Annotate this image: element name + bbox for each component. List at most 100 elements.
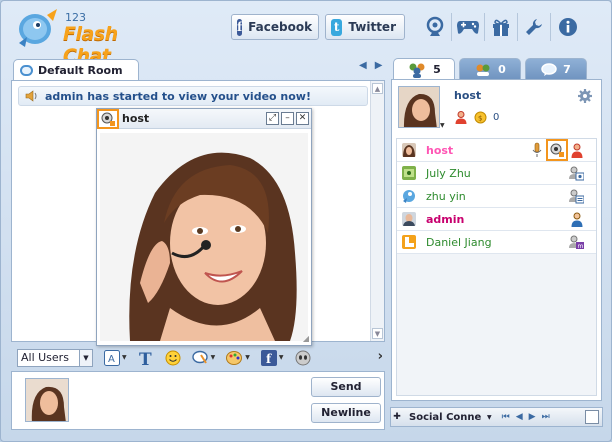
logo-bird-icon	[19, 9, 57, 47]
recipient-select-value: All Users	[21, 351, 69, 364]
alien-icon	[295, 350, 310, 365]
tools-icon[interactable]	[518, 13, 551, 41]
user-avatar	[402, 143, 416, 157]
caret-icon: ▼	[245, 354, 250, 361]
user-row-daniel-jiang[interactable]: Daniel Jiang m	[397, 231, 596, 254]
message-input-area[interactable]: Send Newline	[11, 371, 385, 430]
share-facebook-button[interactable]: f ▼	[260, 349, 284, 366]
smiley-icon	[165, 350, 181, 365]
newline-button[interactable]: Newline	[311, 403, 381, 423]
tab-rooms[interactable]: 0	[459, 58, 521, 80]
room-bubble-icon	[20, 65, 33, 76]
users-count: 5	[433, 63, 441, 76]
twitter-icon: t	[331, 18, 343, 36]
games-icon[interactable]	[452, 13, 485, 41]
resize-grip-icon[interactable]: ◢	[303, 334, 309, 343]
caret-icon: ▼	[210, 354, 216, 361]
status-user-icon[interactable]	[454, 110, 468, 124]
theme-button[interactable]: ▼	[226, 350, 250, 366]
user-row-july-zhu[interactable]: July Zhu	[397, 162, 596, 185]
svg-text:f: f	[266, 352, 272, 366]
facebook-button[interactable]: f Facebook	[231, 14, 319, 40]
social-connect-bar[interactable]: ✚ Social Conne ▼ ⏮ ◀ ▶ ⏭	[390, 407, 603, 427]
right-panel-tabs: 5 0 7	[393, 58, 591, 80]
message-toolbar: All Users ▼ A ▼ T ▼ ▼ f ▼ ›	[11, 344, 385, 371]
user-webcam-icon[interactable]	[546, 139, 568, 161]
video-window-titlebar[interactable]: host ⤢ – ✕	[97, 108, 311, 129]
chevron-down-icon[interactable]: ▼	[79, 349, 92, 366]
svg-text:$: $	[478, 114, 482, 122]
scroll-up-arrow[interactable]: ▲	[372, 83, 383, 94]
tab-default-room[interactable]: Default Room	[13, 59, 139, 81]
twitter-button[interactable]: t Twitter	[325, 14, 405, 40]
scroll-down-arrow[interactable]: ▼	[372, 328, 383, 339]
user-avatar	[402, 212, 416, 226]
last-page-icon[interactable]: ⏭	[542, 412, 550, 422]
chevron-down-icon[interactable]: ▼	[487, 414, 492, 421]
user-status-icon: m	[569, 235, 584, 250]
header-toolbar	[419, 13, 584, 41]
chat-scrollbar[interactable]: ▲ ▼	[370, 81, 384, 341]
video-person-image	[100, 133, 308, 341]
tab-chats[interactable]: 7	[525, 58, 587, 80]
microphone-icon[interactable]	[532, 142, 542, 158]
svg-text:m: m	[578, 243, 584, 250]
text-color-button[interactable]: A ▼	[104, 349, 127, 366]
close-icon[interactable]: ✕	[296, 112, 309, 125]
minimize-icon[interactable]: –	[281, 112, 294, 125]
user-avatar	[403, 190, 415, 203]
users-icon	[407, 62, 427, 78]
caret-icon: ▼	[122, 354, 127, 361]
webcam-icon[interactable]	[419, 13, 452, 41]
emoticon-button[interactable]	[165, 350, 181, 366]
profile-menu-caret-icon[interactable]: ▼	[440, 122, 445, 129]
video-window-title: host	[122, 112, 150, 125]
user-name: Daniel Jiang	[426, 235, 492, 249]
user-status-icon	[569, 189, 584, 204]
recipient-select[interactable]: All Users ▼	[17, 348, 93, 367]
app-logo: 123 Flash Chat	[13, 7, 153, 67]
first-page-icon[interactable]: ⏮	[502, 412, 510, 422]
toolbar-next-arrow[interactable]: ›	[378, 349, 383, 364]
user-row-admin[interactable]: admin	[397, 208, 596, 231]
notice-text: admin has started to view your video now…	[45, 89, 311, 103]
next-page-icon[interactable]: ▶	[529, 412, 536, 422]
info-icon[interactable]	[551, 13, 584, 41]
text-color-icon: A	[104, 349, 120, 366]
user-status-icon	[571, 143, 583, 158]
users-panel: ▼ host $ 0 host July Zhu zhu yin admin D…	[391, 79, 602, 401]
webcam-video-feed	[100, 133, 308, 341]
coin-count: 0	[493, 111, 500, 123]
my-profile-avatar[interactable]	[398, 86, 440, 128]
user-avatar	[402, 235, 416, 249]
coins-icon: $	[474, 111, 487, 123]
send-button[interactable]: Send	[311, 377, 381, 397]
video-window-controls: ⤢ – ✕	[264, 112, 309, 125]
video-window[interactable]: host ⤢ – ✕ ◢	[96, 108, 312, 346]
app-window: 123 Flash Chat f Facebook t Twitter Defa…	[0, 0, 612, 442]
font-button[interactable]: T	[138, 350, 154, 366]
room-tab-label: Default Room	[38, 64, 123, 77]
gift-icon[interactable]	[485, 13, 518, 41]
chat-icon	[541, 62, 557, 77]
user-name: host	[426, 143, 454, 157]
my-status: $ 0	[454, 110, 499, 124]
my-username: host	[454, 89, 482, 102]
alien-button[interactable]	[295, 350, 311, 366]
plus-icon[interactable]: ✚	[391, 412, 403, 422]
room-tab-scroll-arrows[interactable]: ◀▶	[359, 60, 390, 71]
webcam-badge-icon	[97, 108, 119, 129]
prev-page-icon[interactable]: ◀	[516, 412, 523, 422]
popout-icon[interactable]	[585, 410, 599, 424]
user-row-host[interactable]: host	[397, 139, 596, 162]
bubble-style-button[interactable]: ▼	[191, 350, 216, 366]
gear-icon[interactable]	[577, 88, 593, 107]
tab-users[interactable]: 5	[393, 58, 455, 80]
user-row-zhu-yin[interactable]: zhu yin	[397, 185, 596, 208]
expand-icon[interactable]: ⤢	[266, 112, 279, 125]
facebook-label: Facebook	[248, 20, 313, 34]
user-list: host July Zhu zhu yin admin Daniel Jiang…	[396, 138, 597, 396]
chats-count: 7	[563, 63, 571, 76]
user-status-icon	[569, 166, 584, 181]
facebook-share-icon: f	[260, 349, 277, 366]
